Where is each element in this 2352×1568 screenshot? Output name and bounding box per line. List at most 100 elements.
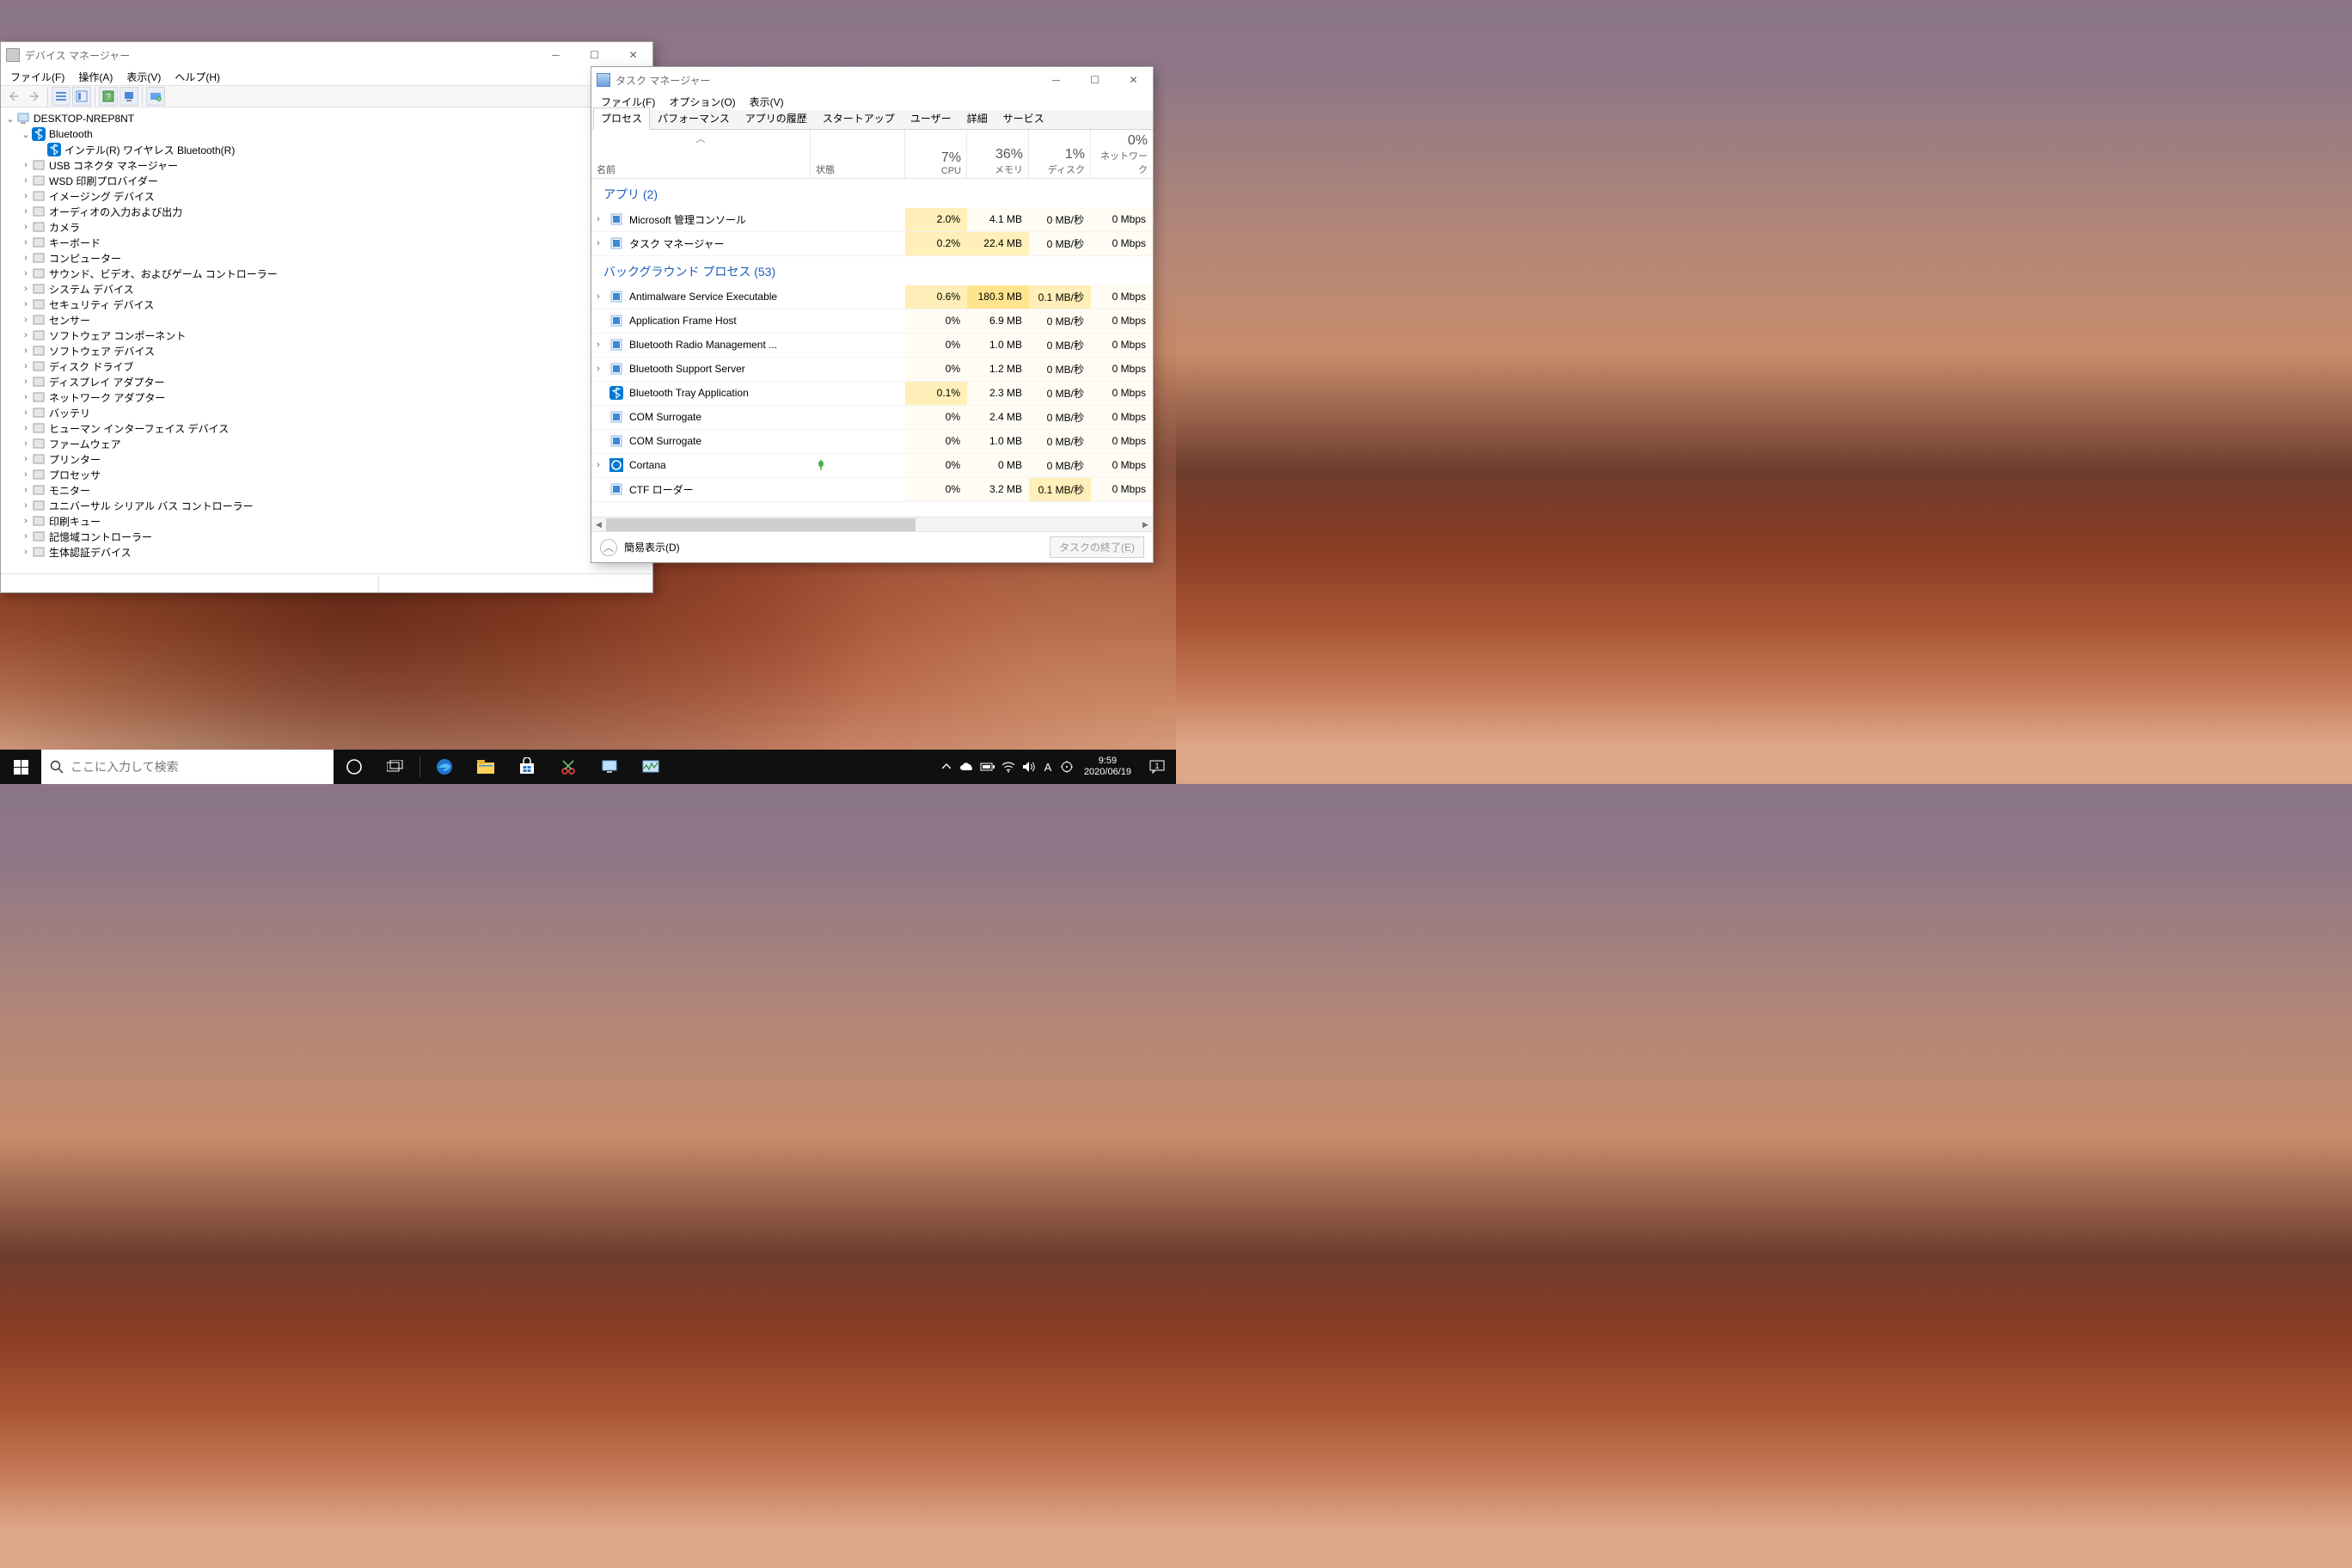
twisty-icon[interactable]: › [591,214,605,224]
tree-category[interactable]: ›ディスク ドライブ [1,358,652,374]
fewer-details-label[interactable]: 簡易表示(D) [624,540,680,554]
close-button[interactable]: ✕ [1114,67,1153,93]
twisty-icon[interactable]: › [20,438,32,449]
twisty-icon[interactable]: › [20,284,32,294]
process-list[interactable]: アプリ (2)›Microsoft 管理コンソール2.0%4.1 MB0 MB/… [591,179,1153,517]
twisty-icon[interactable]: › [20,531,32,542]
tree-category[interactable]: ›プリンター [1,451,652,467]
twisty-icon[interactable]: › [591,364,605,374]
tree-root[interactable]: ⌄DESKTOP-NREP8NT [1,111,652,126]
start-button[interactable] [0,750,41,784]
onedrive-tray-icon[interactable] [957,750,977,784]
tree-category[interactable]: ›オーディオの入力および出力 [1,204,652,219]
horizontal-scrollbar[interactable]: ◀ ▶ [591,517,1153,531]
menu-action[interactable]: 操作(A) [72,69,119,85]
col-memory[interactable]: 36% メモリ [967,130,1029,178]
tree-category[interactable]: ›コンピューター [1,250,652,266]
twisty-icon[interactable]: › [20,299,32,309]
col-disk[interactable]: 1% ディスク [1029,130,1091,178]
menu-view[interactable]: 表示(V) [120,69,167,85]
tree-category[interactable]: ›ディスプレイ アダプター [1,374,652,389]
properties-view-button[interactable] [72,87,91,106]
tree-category[interactable]: ›印刷キュー [1,513,652,529]
scan-hardware-button[interactable] [119,87,138,106]
col-status[interactable]: 状態 [811,130,905,178]
twisty-icon[interactable]: › [20,253,32,263]
minimize-button[interactable]: ─ [1037,67,1075,93]
tab-6[interactable]: サービス [995,107,1052,130]
wifi-tray-icon[interactable] [998,750,1019,784]
ime-indicator[interactable]: A [1039,750,1057,784]
process-row[interactable]: COM Surrogate0%2.4 MB0 MB/秒0 Mbps [591,406,1153,430]
dm-titlebar[interactable]: デバイス マネージャー ─ ☐ ✕ [1,42,652,68]
show-hidden-button[interactable] [146,87,165,106]
process-row[interactable]: Bluetooth Tray Application0.1%2.3 MB0 MB… [591,382,1153,406]
tree-category[interactable]: ›システム デバイス [1,281,652,297]
tree-category[interactable]: ›サウンド、ビデオ、およびゲーム コントローラー [1,266,652,281]
minimize-button[interactable]: ─ [536,42,575,68]
group-apps[interactable]: アプリ (2) [591,179,1153,208]
action-center-button[interactable]: 1 [1138,759,1176,775]
process-row[interactable]: CTF ローダー0%3.2 MB0.1 MB/秒0 Mbps [591,478,1153,502]
menu-help[interactable]: ヘルプ(H) [168,69,226,85]
tree-category[interactable]: ›ファームウェア [1,436,652,451]
tree-category[interactable]: ›ソフトウェア コンポーネント [1,328,652,343]
col-name[interactable]: ︿ 名前 [591,130,811,178]
tab-1[interactable]: パフォーマンス [650,107,738,130]
clock[interactable]: 9:59 2020/06/19 [1077,756,1138,778]
task-manager-taskbar-button[interactable] [630,750,671,784]
device-manager-taskbar-button[interactable] [589,750,630,784]
twisty-icon[interactable]: › [20,516,32,526]
tree-category[interactable]: ›カメラ [1,219,652,235]
twisty-icon[interactable]: › [20,206,32,217]
tree-category[interactable]: ›バッテリ [1,405,652,420]
tree-category[interactable]: ›プロセッサ [1,467,652,482]
end-task-button[interactable]: タスクの終了(E) [1050,536,1144,558]
tree-bluetooth-device[interactable]: インテル(R) ワイヤレス Bluetooth(R) [1,142,652,157]
twisty-icon[interactable]: ⌄ [4,113,16,125]
close-button[interactable]: ✕ [614,42,652,68]
tree-category[interactable]: ›センサー [1,312,652,328]
back-button[interactable] [4,87,23,106]
tree-category[interactable]: ›モニター [1,482,652,498]
tree-category[interactable]: ›ユニバーサル シリアル バス コントローラー [1,498,652,513]
process-row[interactable]: ›Bluetooth Support Server0%1.2 MB0 MB/秒0… [591,358,1153,382]
twisty-icon[interactable]: › [20,330,32,340]
twisty-icon[interactable]: › [591,460,605,470]
process-row[interactable]: Application Frame Host0%6.9 MB0 MB/秒0 Mb… [591,309,1153,334]
tree-category[interactable]: ›キーボード [1,235,652,250]
twisty-icon[interactable]: › [20,407,32,418]
tree-category[interactable]: ›ネットワーク アダプター [1,389,652,405]
twisty-icon[interactable]: ⌄ [20,129,32,140]
menu-file[interactable]: ファイル(F) [4,69,70,85]
explorer-taskbar-button[interactable] [465,750,506,784]
twisty-icon[interactable]: › [20,423,32,433]
details-view-button[interactable] [52,87,70,106]
tab-3[interactable]: スタートアップ [815,107,903,130]
twisty-icon[interactable]: › [20,500,32,511]
tree-category[interactable]: ›ヒューマン インターフェイス デバイス [1,420,652,436]
tab-2[interactable]: アプリの履歴 [738,107,815,130]
twisty-icon[interactable]: › [20,392,32,402]
tab-4[interactable]: ユーザー [903,107,959,130]
tree-category[interactable]: ›セキュリティ デバイス [1,297,652,312]
store-taskbar-button[interactable] [506,750,548,784]
tree-category[interactable]: ›USB コネクタ マネージャー [1,157,652,173]
tray-overflow-button[interactable] [936,750,957,784]
process-row[interactable]: ›Microsoft 管理コンソール2.0%4.1 MB0 MB/秒0 Mbps [591,208,1153,232]
col-network[interactable]: 0% ネットワーク [1091,130,1153,178]
maximize-button[interactable]: ☐ [1075,67,1114,93]
twisty-icon[interactable]: › [20,377,32,387]
twisty-icon[interactable]: › [20,361,32,371]
tab-0[interactable]: プロセス [593,107,650,130]
edge-taskbar-button[interactable] [424,750,465,784]
twisty-icon[interactable]: › [20,175,32,186]
maximize-button[interactable]: ☐ [575,42,614,68]
tree-category[interactable]: ›WSD 印刷プロバイダー [1,173,652,188]
group-background[interactable]: バックグラウンド プロセス (53) [591,256,1153,285]
process-row[interactable]: COM Surrogate0%1.0 MB0 MB/秒0 Mbps [591,430,1153,454]
twisty-icon[interactable]: › [20,485,32,495]
twisty-icon[interactable]: › [591,340,605,350]
process-row[interactable]: ›Bluetooth Radio Management ...0%1.0 MB0… [591,334,1153,358]
twisty-icon[interactable]: › [20,237,32,248]
